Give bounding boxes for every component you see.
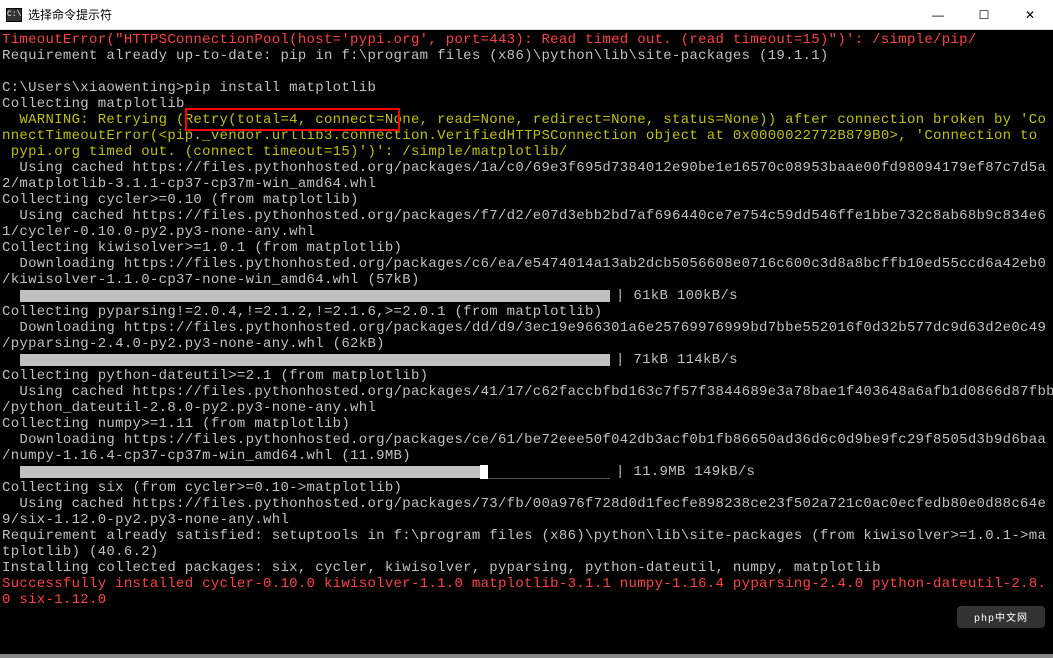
output-line: 9/six-1.12.0-py2.py3-none-any.whl [2,512,1053,528]
close-button[interactable]: ✕ [1007,0,1053,30]
prompt-line: C:\Users\xiaowenting>pip install matplot… [2,80,1053,96]
output-line: 2/matplotlib-3.1.1-cp37-cp37m-win_amd64.… [2,176,1053,192]
output-line: Using cached https://files.pythonhosted.… [2,384,1053,400]
warning-line: nnectTimeoutError(<pip._vendor.urllib3.c… [2,128,1053,144]
cmd-icon: C:\\ [6,8,22,22]
titlebar[interactable]: C:\\ 选择命令提示符 — ☐ ✕ [0,0,1053,30]
output-line: Collecting kiwisolver>=1.0.1 (from matpl… [2,240,1053,256]
output-line: Collecting pyparsing!=2.0.4,!=2.1.2,!=2.… [2,304,1053,320]
watermark: php中文网 [957,606,1045,628]
progress-text: | 61kB 100kB/s [616,288,738,304]
success-line: 0 six-1.12.0 [2,592,1053,608]
output-line: Using cached https://files.pythonhosted.… [2,160,1053,176]
output-line: Collecting matplotlib [2,96,1053,112]
maximize-button[interactable]: ☐ [961,0,1007,30]
output-line: Collecting python-dateutil>=2.1 (from ma… [2,368,1053,384]
output-line: Using cached https://files.pythonhosted.… [2,496,1053,512]
output-line: /kiwisolver-1.1.0-cp37-none-win_amd64.wh… [2,272,1053,288]
bottom-bar [0,654,1053,658]
output-line: /python_dateutil-2.8.0-py2.py3-none-any.… [2,400,1053,416]
progress-track [488,465,610,479]
warning-line: WARNING: Retrying (Retry(total=4, connec… [2,112,1053,128]
output-line: /numpy-1.16.4-cp37-cp37m-win_amd64.whl (… [2,448,1053,464]
window-controls: — ☐ ✕ [915,0,1053,29]
progress-text: | 71kB 114kB/s [616,352,738,368]
blank-line [2,64,1053,80]
success-line: Successfully installed cycler-0.10.0 kiw… [2,576,1053,592]
window-title: 选择命令提示符 [28,6,915,23]
prompt: C:\Users\xiaowenting> [2,80,185,96]
output-line: Downloading https://files.pythonhosted.o… [2,256,1053,272]
output-line: TimeoutError("HTTPSConnectionPool(host='… [2,32,1053,48]
output-line: Collecting six (from cycler>=0.10->matpl… [2,480,1053,496]
progress-text: | 11.9MB 149kB/s [616,464,755,480]
output-line: Installing collected packages: six, cycl… [2,560,1053,576]
progress-bar [20,466,480,478]
output-line: tplotlib) (40.6.2) [2,544,1053,560]
command: pip install matplotlib [185,80,376,96]
output-line: Collecting cycler>=0.10 (from matplotlib… [2,192,1053,208]
output-line: Requirement already satisfied: setuptool… [2,528,1053,544]
progress-bar [20,354,610,366]
progress-line: | 61kB 100kB/s [2,288,1053,304]
progress-bar [20,290,610,302]
output-line: /pyparsing-2.4.0-py2.py3-none-any.whl (6… [2,336,1053,352]
terminal-output[interactable]: TimeoutError("HTTPSConnectionPool(host='… [0,30,1053,608]
output-line: Downloading https://files.pythonhosted.o… [2,320,1053,336]
cursor-icon [480,465,488,479]
output-line: Requirement already up-to-date: pip in f… [2,48,1053,64]
output-line: Collecting numpy>=1.11 (from matplotlib) [2,416,1053,432]
progress-line: | 11.9MB 149kB/s [2,464,1053,480]
output-line: 1/cycler-0.10.0-py2.py3-none-any.whl [2,224,1053,240]
warning-line: pypi.org timed out. (connect timeout=15)… [2,144,1053,160]
output-line: Downloading https://files.pythonhosted.o… [2,432,1053,448]
output-line: Using cached https://files.pythonhosted.… [2,208,1053,224]
progress-line: | 71kB 114kB/s [2,352,1053,368]
minimize-button[interactable]: — [915,0,961,30]
